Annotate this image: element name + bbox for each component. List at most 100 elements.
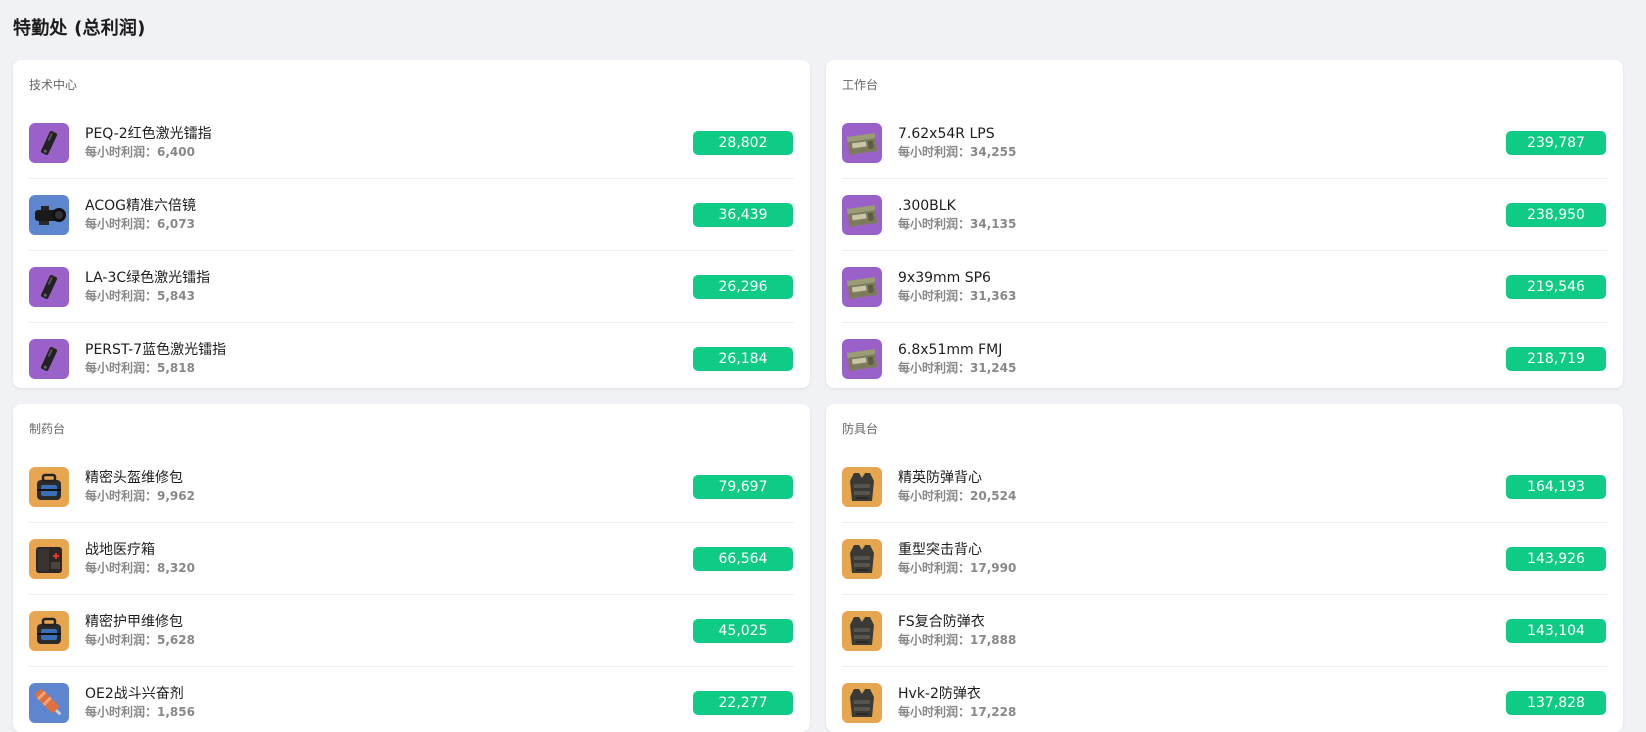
hourly-value: 31,363 (970, 288, 1017, 303)
hourly-label: 每小时利润： (898, 560, 971, 575)
syringe-icon (29, 683, 69, 723)
scope-icon (29, 194, 69, 235)
item-name: OE2战斗兴奋剂 (85, 686, 184, 702)
item-hourly-profit: 每小时利润：6,400 (85, 143, 693, 161)
hourly-value: 17,228 (970, 705, 1017, 719)
hourly-value: 6,400 (157, 144, 195, 159)
panel-title: 工作台 (842, 78, 879, 92)
list-item[interactable]: 精英防弹背心 每小时利润：20,524 164,193 (842, 451, 1607, 523)
list-item[interactable]: FS复合防弹衣 每小时利润：17,888 143,104 (842, 595, 1607, 667)
hourly-value: 5,843 (157, 288, 195, 303)
item-hourly-profit: 每小时利润：9,962 (85, 487, 693, 505)
list-item[interactable]: LA-3C绿色激光镭指 每小时利润：5,843 26,296 (29, 251, 794, 323)
list-item[interactable]: PERST-7蓝色激光镭指 每小时利润：5,818 26,184 (29, 323, 794, 388)
item-name: 7.62x54R LPS (898, 125, 995, 142)
ammo-box-icon (842, 122, 882, 163)
hourly-value: 20,524 (970, 488, 1017, 503)
item-hourly-profit: 每小时利润：31,245 (898, 359, 1506, 377)
total-profit-badge: 137,828 (1506, 691, 1606, 715)
item-name: 精英防弹背心 (898, 469, 982, 486)
item-hourly-profit: 每小时利润：5,628 (85, 631, 693, 649)
item-hourly-profit: 每小时利润：20,524 (898, 487, 1506, 505)
page-title: 特勤处 (总利润) (13, 18, 146, 39)
list-item[interactable]: PEQ-2红色激光镭指 每小时利润：6,400 28,802 (29, 107, 794, 179)
repair-kit-icon (29, 610, 69, 651)
hourly-value: 5,628 (157, 632, 195, 647)
hourly-label: 每小时利润： (898, 705, 971, 719)
item-info: 6.8x51mm FMJ 每小时利润：31,245 (898, 341, 1506, 377)
item-info: 精英防弹背心 每小时利润：20,524 (898, 469, 1506, 505)
list-item[interactable]: 9x39mm SP6 每小时利润：31,363 219,546 (842, 251, 1607, 323)
list-item[interactable]: ACOG精准六倍镜 每小时利润：6,073 36,439 (29, 179, 794, 251)
vest-icon (842, 610, 882, 651)
item-info: 7.62x54R LPS 每小时利润：34,255 (898, 125, 1506, 161)
panel-workbench: 工作台 7.62x54R LPS 每小时利润：34,255 239,787.300B… (826, 60, 1623, 388)
hourly-label: 每小时利润： (85, 288, 158, 303)
item-hourly-profit: 每小时利润：8,320 (85, 559, 693, 577)
item-name: 9x39mm SP6 (898, 269, 991, 286)
ammo-box-icon (842, 194, 882, 235)
hourly-value: 8,320 (157, 560, 195, 575)
hourly-value: 5,818 (157, 361, 195, 375)
hourly-value: 9,962 (157, 488, 195, 503)
repair-kit-icon (29, 466, 69, 507)
list-item[interactable]: 重型突击背心 每小时利润：17,990 143,926 (842, 523, 1607, 595)
list-item[interactable]: OE2战斗兴奋剂 每小时利润：1,856 22,277 (29, 667, 794, 732)
item-info: 9x39mm SP6 每小时利润：31,363 (898, 269, 1506, 305)
item-hourly-profit: 每小时利润：34,135 (898, 215, 1506, 233)
panel-title: 防具台 (842, 422, 879, 436)
list-item[interactable]: 精密头盔维修包 每小时利润：9,962 79,697 (29, 451, 794, 523)
panel-title: 制药台 (29, 422, 66, 436)
item-name: PEQ-2红色激光镭指 (85, 125, 212, 142)
list-item[interactable]: 精密护甲维修包 每小时利润：5,628 45,025 (29, 595, 794, 667)
total-profit-badge: 218,719 (1506, 347, 1606, 371)
panel-pharmacy: 制药台 精密头盔维修包 每小时利润：9,962 79,697 战地医疗箱 每小时利润：8… (13, 404, 810, 732)
item-hourly-profit: 每小时利润：17,228 (898, 703, 1506, 721)
item-info: PERST-7蓝色激光镭指 每小时利润：5,818 (85, 341, 693, 377)
laser-icon (29, 339, 69, 379)
list-item[interactable]: 6.8x51mm FMJ 每小时利润：31,245 218,719 (842, 323, 1607, 388)
hourly-label: 每小时利润： (85, 216, 158, 231)
list-item[interactable]: 7.62x54R LPS 每小时利润：34,255 239,787 (842, 107, 1607, 179)
hourly-value: 31,245 (970, 361, 1017, 375)
total-profit-badge: 66,564 (693, 546, 793, 571)
medkit-icon (29, 538, 69, 579)
item-name: .300BLK (898, 197, 956, 214)
item-info: 战地医疗箱 每小时利润：8,320 (85, 541, 693, 577)
hourly-value: 34,135 (970, 216, 1017, 231)
total-profit-badge: 219,546 (1506, 274, 1606, 299)
item-name: ACOG精准六倍镜 (85, 197, 196, 214)
vest-icon (842, 466, 882, 507)
hourly-label: 每小时利润： (85, 560, 158, 575)
ammo-box-icon (842, 339, 882, 379)
item-hourly-profit: 每小时利润：5,843 (85, 287, 693, 305)
item-name: 战地医疗箱 (85, 541, 155, 558)
panel-tech-center: 技术中心 PEQ-2红色激光镭指 每小时利润：6,400 28,802 ACOG精准六… (13, 60, 810, 388)
list-item[interactable]: .300BLK 每小时利润：34,135 238,950 (842, 179, 1607, 251)
item-hourly-profit: 每小时利润：1,856 (85, 703, 693, 721)
hourly-label: 每小时利润： (85, 361, 158, 375)
hourly-label: 每小时利润： (85, 705, 158, 719)
item-info: ACOG精准六倍镜 每小时利润：6,073 (85, 197, 693, 233)
panel-title: 技术中心 (29, 78, 78, 92)
item-hourly-profit: 每小时利润：17,888 (898, 631, 1506, 649)
item-hourly-profit: 每小时利润：34,255 (898, 143, 1506, 161)
item-hourly-profit: 每小时利润：31,363 (898, 287, 1506, 305)
item-info: LA-3C绿色激光镭指 每小时利润：5,843 (85, 269, 693, 305)
item-info: 重型突击背心 每小时利润：17,990 (898, 541, 1506, 577)
list-item[interactable]: Hvk-2防弹衣 每小时利润：17,228 137,828 (842, 667, 1607, 732)
hourly-value: 17,990 (970, 560, 1017, 575)
list-item[interactable]: 战地医疗箱 每小时利润：8,320 66,564 (29, 523, 794, 595)
total-profit-badge: 26,184 (693, 347, 793, 371)
hourly-value: 1,856 (157, 705, 195, 719)
item-hourly-profit: 每小时利润：6,073 (85, 215, 693, 233)
total-profit-badge: 143,926 (1506, 546, 1606, 571)
item-info: 精密头盔维修包 每小时利润：9,962 (85, 469, 693, 505)
hourly-label: 每小时利润： (898, 632, 971, 647)
laser-icon (29, 266, 69, 307)
total-profit-badge: 22,277 (693, 691, 793, 715)
item-info: PEQ-2红色激光镭指 每小时利润：6,400 (85, 125, 693, 161)
vest-icon (842, 683, 882, 723)
item-hourly-profit: 每小时利润：17,990 (898, 559, 1506, 577)
hourly-label: 每小时利润： (85, 144, 158, 159)
